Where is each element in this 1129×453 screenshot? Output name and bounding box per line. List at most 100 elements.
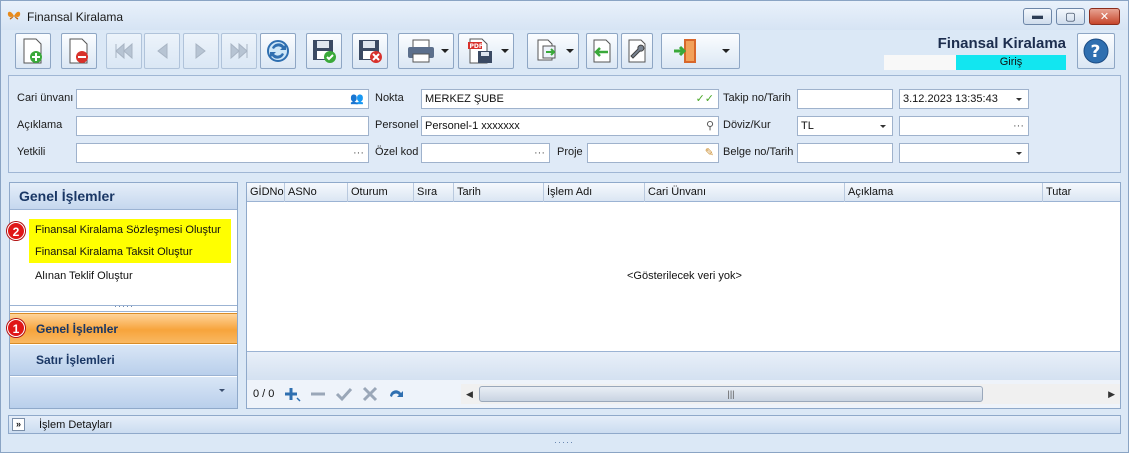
col-tarih[interactable]: Tarih	[454, 183, 544, 202]
window-title: Finansal Kiralama	[27, 10, 124, 24]
wrench-icon	[628, 39, 646, 63]
belge-no-field[interactable]	[797, 143, 893, 163]
refresh-button[interactable]	[260, 33, 296, 69]
new-document-button[interactable]	[15, 33, 51, 69]
takip-no-field[interactable]	[797, 89, 893, 109]
group-overflow-bar[interactable]	[10, 377, 237, 408]
col-cari-unvani[interactable]: Cari Ünvanı	[645, 183, 845, 202]
chevron-down-icon[interactable]	[1016, 98, 1022, 101]
group-genel-islemler[interactable]: Genel İşlemler	[10, 313, 237, 344]
delete-document-button[interactable]	[61, 33, 97, 69]
prev-icon	[157, 42, 168, 60]
bottom-splitter-handle[interactable]: ·····	[554, 437, 574, 447]
maximize-button[interactable]: ▢	[1056, 8, 1085, 25]
ozel-kod-field[interactable]: ···	[421, 143, 550, 163]
svg-text:?: ?	[1091, 42, 1101, 62]
expand-icon[interactable]: »	[12, 418, 25, 431]
chevron-down-icon[interactable]	[1016, 152, 1022, 155]
col-tutar[interactable]: Tutar	[1043, 183, 1120, 202]
save-button[interactable]	[306, 33, 342, 69]
proje-label: Proje	[557, 146, 583, 158]
col-sira[interactable]: Sıra	[414, 183, 454, 202]
exit-dropdown-icon[interactable]	[722, 49, 730, 53]
scroll-left-icon[interactable]: ◀	[466, 389, 473, 400]
chevron-down-icon[interactable]	[219, 389, 225, 392]
step-badge-1: 1	[7, 319, 25, 337]
doviz-label: Döviz/Kur	[723, 119, 771, 131]
pdf-export-button[interactable]: PDF	[458, 33, 514, 69]
operations-panel-header: Genel İşlemler	[10, 183, 237, 210]
butterfly-icon	[7, 11, 21, 20]
ellipsis-icon[interactable]: ···	[353, 144, 364, 162]
remove-icon[interactable]	[309, 386, 327, 402]
previous-record-button[interactable]	[144, 33, 180, 69]
nokta-label: Nokta	[375, 92, 404, 104]
scroll-right-icon[interactable]: ▶	[1108, 389, 1115, 400]
splitter-handle[interactable]: ·····	[114, 301, 134, 311]
next-icon	[195, 42, 206, 60]
group-satir-islemleri[interactable]: Satır İşlemleri	[10, 345, 237, 376]
ellipsis-icon[interactable]: ···	[1013, 117, 1024, 135]
col-gidno[interactable]: GİDNo	[247, 183, 285, 202]
proje-field[interactable]: ✎	[587, 143, 719, 163]
nav-item-lease-contract[interactable]: Finansal Kiralama Sözleşmesi Oluştur	[29, 219, 231, 241]
next-record-button[interactable]	[183, 33, 219, 69]
empty-message: <Gösterilecek veri yok>	[627, 270, 742, 282]
export-dropdown-icon[interactable]	[566, 49, 574, 53]
people-lookup-icon[interactable]: 👥	[350, 90, 364, 108]
project-lookup-icon[interactable]: ✎	[705, 144, 714, 162]
last-record-button[interactable]	[221, 33, 257, 69]
details-label: İşlem Detayları	[39, 419, 113, 431]
refresh-icon	[267, 40, 289, 62]
double-check-icon[interactable]: ✓✓	[696, 90, 714, 108]
exit-button[interactable]	[661, 33, 740, 69]
help-button[interactable]: ?	[1077, 33, 1115, 69]
nav-item-received-offer[interactable]: Alınan Teklif Oluştur	[29, 265, 231, 287]
col-oturum[interactable]: Oturum	[348, 183, 414, 202]
pdf-dropdown-icon[interactable]	[501, 49, 509, 53]
horizontal-scrollbar[interactable]: ◀ ||| ▶	[461, 384, 1120, 404]
belge-date-field[interactable]: . . : :	[899, 143, 1029, 163]
export-button[interactable]	[527, 33, 579, 69]
yetkili-label: Yetkili	[17, 146, 46, 158]
pdf-icon: PDF	[468, 38, 492, 64]
exchange-rate-field[interactable]: ···	[899, 116, 1029, 136]
chevron-down-icon[interactable]	[880, 125, 886, 128]
grid-footer	[247, 351, 1120, 380]
mode-badge: Giriş	[956, 55, 1066, 70]
scrollbar-thumb[interactable]: |||	[479, 386, 983, 402]
personel-field[interactable]: Personel-1 xxxxxxx ⚲	[421, 116, 719, 136]
details-bar[interactable]: » İşlem Detayları	[8, 415, 1121, 434]
close-button[interactable]: ✕	[1089, 8, 1120, 25]
check-icon[interactable]	[335, 386, 353, 402]
printer-icon	[408, 39, 434, 63]
col-aciklama[interactable]: Açıklama	[845, 183, 1043, 202]
import-icon	[593, 39, 611, 63]
cancel-icon[interactable]	[361, 386, 379, 402]
cari-unvani-field[interactable]: 👥	[76, 89, 369, 109]
minimize-button[interactable]: ▬	[1023, 8, 1052, 25]
import-button[interactable]	[586, 33, 618, 69]
undo-icon[interactable]	[387, 386, 405, 402]
add-icon[interactable]	[283, 386, 301, 402]
nav-item-lease-installment[interactable]: Finansal Kiralama Taksit Oluştur	[29, 241, 231, 263]
ellipsis-icon[interactable]: ···	[534, 144, 545, 162]
save-cancel-button[interactable]	[352, 33, 388, 69]
yetkili-field[interactable]: ···	[76, 143, 369, 163]
takip-date-field[interactable]: 3.12.2023 13:35:43	[899, 89, 1029, 109]
export-icon	[537, 39, 556, 61]
cari-unvani-label: Cari ünvanı	[17, 92, 74, 104]
aciklama-field[interactable]	[76, 116, 369, 136]
print-dropdown-icon[interactable]	[441, 49, 449, 53]
nokta-field[interactable]: MERKEZ ŞUBE ✓✓	[421, 89, 719, 109]
settings-button[interactable]	[621, 33, 653, 69]
col-asno[interactable]: ASNo	[285, 183, 348, 202]
person-lookup-icon[interactable]: ⚲	[706, 117, 714, 135]
currency-select[interactable]: TL	[797, 116, 893, 136]
save-icon	[313, 40, 336, 63]
maximize-icon: ▢	[1065, 11, 1076, 23]
print-button[interactable]	[398, 33, 454, 69]
col-islem-adi[interactable]: İşlem Adı	[544, 183, 645, 202]
transactions-grid: GİDNo ASNo Oturum Sıra Tarih İşlem Adı C…	[246, 182, 1121, 409]
first-record-button[interactable]	[106, 33, 142, 69]
